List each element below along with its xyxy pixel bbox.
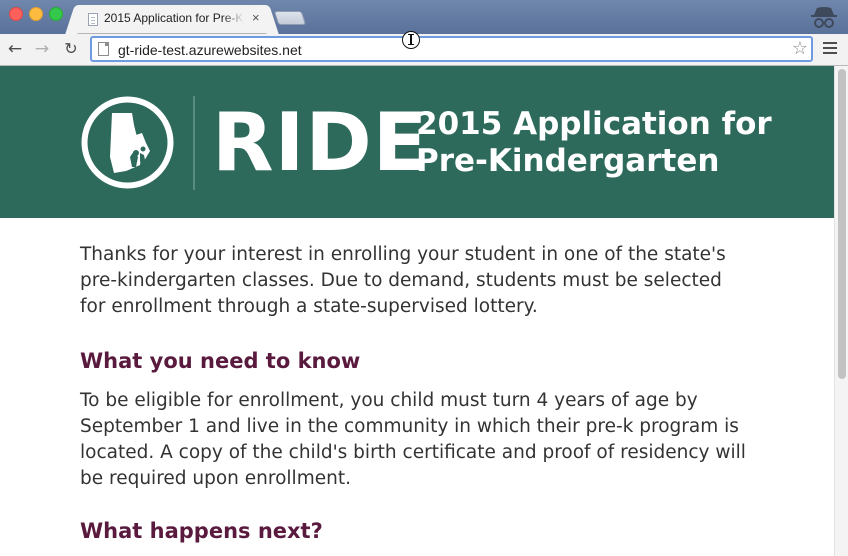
window-maximize-button[interactable] <box>49 7 63 21</box>
page-icon <box>98 42 109 56</box>
page-viewport: RIDE 2015 Application for Pre-Kindergart… <box>0 66 834 556</box>
page-scrollbar[interactable] <box>834 66 848 556</box>
window-minimize-button[interactable] <box>29 7 43 21</box>
reload-icon[interactable]: ↻ <box>60 38 82 60</box>
header-banner: RIDE 2015 Application for Pre-Kindergart… <box>0 66 834 218</box>
page-title: 2015 Application for Pre-Kindergarten <box>416 106 816 180</box>
section-heading-what-next: What happens next? <box>80 519 323 543</box>
section-heading-need-to-know: What you need to know <box>80 349 361 373</box>
ride-logo-text: RIDE <box>212 96 429 189</box>
text-cursor-icon <box>402 31 420 49</box>
address-bar[interactable]: gt-ride-test.azurewebsites.net ☆ <box>90 36 813 62</box>
url-text[interactable]: gt-ride-test.azurewebsites.net <box>118 41 302 59</box>
forward-arrow-icon[interactable]: → <box>31 38 53 60</box>
browser-tab-active[interactable]: 2015 Application for Pre-Kindergarten × <box>76 5 268 34</box>
browser-toolbar: ← → ↻ gt-ride-test.azurewebsites.net ☆ <box>0 34 848 66</box>
tab-title: 2015 Application for Pre-Kindergarten <box>104 11 244 25</box>
intro-paragraph: Thanks for your interest in enrolling yo… <box>80 244 726 317</box>
eligibility-paragraph: To be eligible for enrollment, you child… <box>80 390 746 489</box>
incognito-icon <box>811 7 837 28</box>
back-arrow-icon[interactable]: ← <box>4 38 26 60</box>
window-close-button[interactable] <box>9 7 23 21</box>
tab-close-icon[interactable]: × <box>252 10 260 26</box>
page-title-line2: Pre-Kindergarten <box>416 143 720 179</box>
bookmark-star-icon[interactable]: ☆ <box>792 39 808 59</box>
new-tab-button[interactable] <box>273 11 307 25</box>
browser-titlebar: 2015 Application for Pre-Kindergarten × <box>0 0 848 34</box>
rhode-island-seal-icon <box>81 96 174 189</box>
banner-divider <box>193 96 195 190</box>
menu-icon[interactable] <box>823 42 837 56</box>
page-title-line1: 2015 Application for <box>416 106 772 142</box>
scrollbar-thumb[interactable] <box>838 69 846 379</box>
page-favicon-icon <box>88 13 98 26</box>
